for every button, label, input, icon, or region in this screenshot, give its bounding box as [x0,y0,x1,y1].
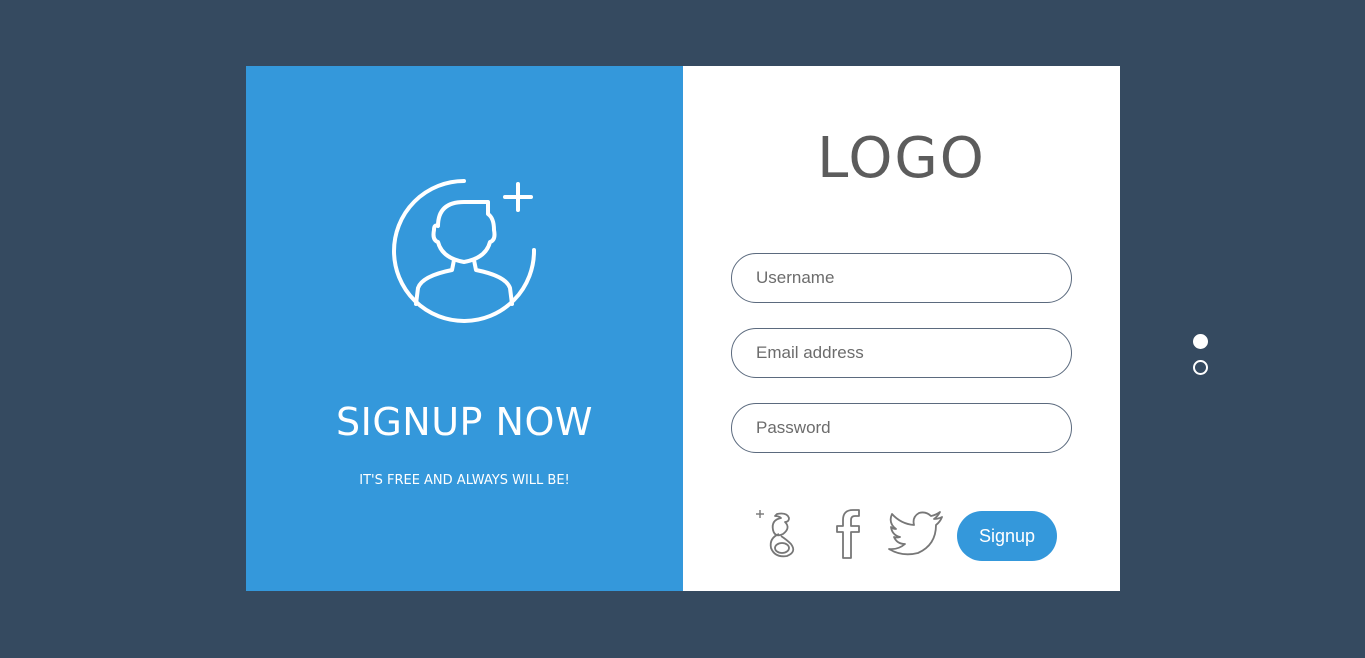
facebook-button[interactable] [823,504,873,564]
signup-button[interactable]: Signup [957,511,1057,561]
google-plus-icon [756,510,795,558]
facebook-icon [836,509,860,559]
slide-pager [1193,334,1209,386]
pager-dot-active[interactable] [1193,334,1208,349]
signup-subheading: IT'S FREE AND ALWAYS WILL BE! [359,473,570,488]
logo: LOGO [817,126,986,191]
signup-card: SIGNUP NOW IT'S FREE AND ALWAYS WILL BE!… [246,66,1120,591]
pager-dot[interactable] [1193,360,1208,375]
username-input[interactable] [731,253,1072,303]
twitter-button[interactable] [886,504,946,564]
signup-promo-panel: SIGNUP NOW IT'S FREE AND ALWAYS WILL BE! [246,66,683,591]
add-user-icon [392,179,537,323]
twitter-icon [888,511,943,556]
google-plus-button[interactable] [753,504,803,564]
signup-form-panel: LOGO Signup [683,66,1120,591]
email-input[interactable] [731,328,1072,378]
password-input[interactable] [731,403,1072,453]
signup-heading: SIGNUP NOW [336,400,593,444]
